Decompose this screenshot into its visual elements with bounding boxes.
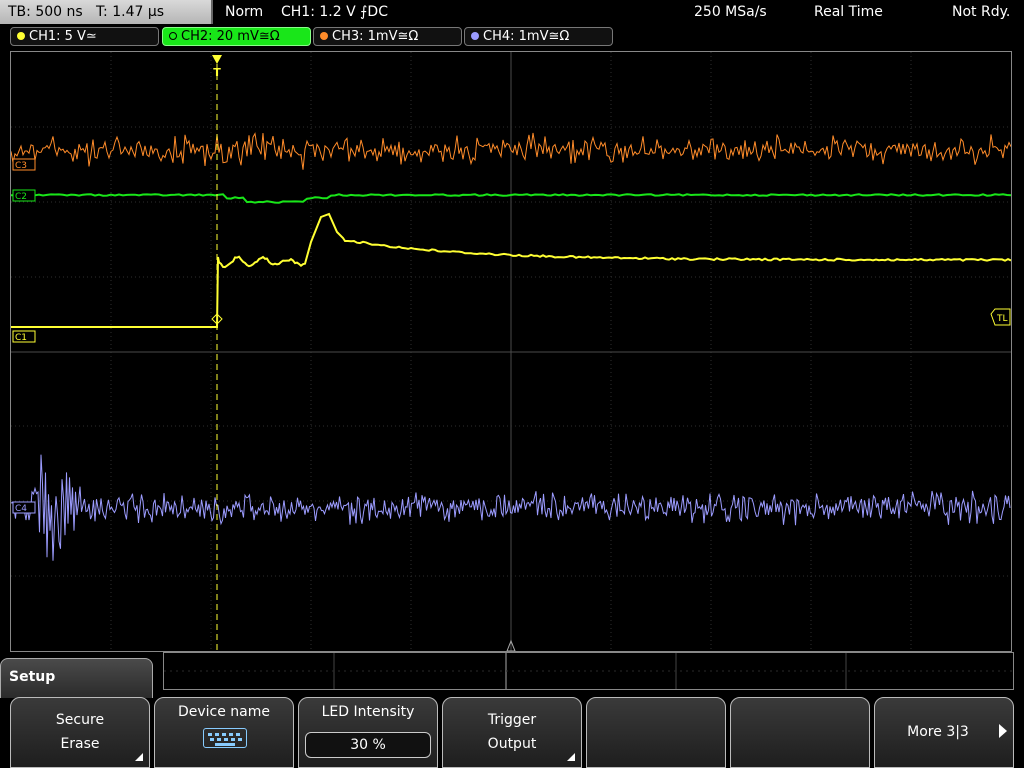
graticule <box>11 52 1011 651</box>
led-intensity-value: 30 % <box>305 732 431 758</box>
channel-tab-ch4[interactable]: CH4: 1mV≅Ω <box>464 27 613 46</box>
keyboard-icon <box>203 728 247 748</box>
trigger-time-readout: T: 1.47 µs <box>96 4 165 20</box>
ch2-label: CH2: 20 mV≅Ω <box>181 29 280 44</box>
ch3-label: CH3: 1mV≅Ω <box>332 29 419 44</box>
trigger-mode: Norm <box>225 4 264 20</box>
submenu-corner-icon <box>567 753 575 761</box>
trigger-output-label-2: Output <box>487 736 537 752</box>
softkey-5-empty[interactable] <box>586 697 726 768</box>
led-intensity-button[interactable]: LED Intensity 30 % <box>298 697 438 768</box>
device-name-button[interactable]: Device name <box>154 697 294 768</box>
device-name-label: Device name <box>177 704 271 720</box>
more-menu-label: More 3|3 <box>907 724 969 740</box>
secure-erase-label-1: Secure <box>55 712 105 728</box>
ready-state: Not Rdy. <box>952 4 1011 20</box>
softkey-6-empty[interactable] <box>730 697 870 768</box>
ch4-indicator-icon <box>471 32 479 40</box>
waveform-display[interactable]: T C3 C2 C1 C4 TL <box>10 51 1012 652</box>
ch2-indicator-icon <box>169 32 177 40</box>
menu-title: Setup <box>9 669 56 685</box>
trigger-output-label-1: Trigger <box>487 712 537 728</box>
trigger-level-marker[interactable]: TL <box>990 308 1011 326</box>
trigger-output-button[interactable]: Trigger Output <box>442 697 582 768</box>
timebase-box[interactable]: TB: 500 ns T: 1.47 µs <box>0 0 213 24</box>
ch3-marker-label: C3 <box>15 161 27 171</box>
channel-tab-ch3[interactable]: CH3: 1mV≅Ω <box>313 27 462 46</box>
trigger-arrow-icon <box>212 55 222 64</box>
ch1-label: CH1: 5 V≃ <box>29 29 97 44</box>
trigger-info: CH1: 1.2 V ⨍DC <box>281 4 388 20</box>
ch1-marker-label: C1 <box>15 333 27 343</box>
timebase-readout: TB: 500 ns <box>8 4 83 20</box>
sample-rate: 250 MSa/s <box>694 4 767 20</box>
ch4-offset-marker[interactable]: C4 <box>12 501 36 514</box>
ch3-indicator-icon <box>320 32 328 40</box>
channel-tab-ch1[interactable]: CH1: 5 V≃ <box>10 27 159 46</box>
secure-erase-button[interactable]: Secure Erase <box>10 697 150 768</box>
ch4-marker-label: C4 <box>15 504 27 514</box>
submenu-corner-icon <box>135 753 143 761</box>
led-intensity-label: LED Intensity <box>321 704 415 720</box>
status-bar: TB: 500 ns T: 1.47 µs Norm CH1: 1.2 V ⨍D… <box>0 0 1024 24</box>
trigger-marker-label: T <box>213 66 221 79</box>
trigger-level-label: TL <box>996 314 1008 324</box>
waveform-canvas: T C3 C2 C1 C4 TL <box>11 52 1011 651</box>
secure-erase-label-2: Erase <box>60 736 100 752</box>
channel-tab-ch2[interactable]: CH2: 20 mV≅Ω <box>162 27 311 46</box>
more-menu-button[interactable]: More 3|3 <box>874 697 1014 768</box>
ch2-offset-marker[interactable]: C2 <box>12 189 36 202</box>
menu-title-tab: Setup <box>0 658 153 698</box>
ch2-marker-label: C2 <box>15 192 27 202</box>
ch1-offset-marker[interactable]: C1 <box>12 330 36 343</box>
trigger-position-marker[interactable]: T <box>212 55 222 79</box>
acquisition-mode: Real Time <box>814 4 883 20</box>
next-page-arrow-icon <box>999 724 1007 738</box>
ch4-label: CH4: 1mV≅Ω <box>483 29 570 44</box>
ch1-indicator-icon <box>17 32 25 40</box>
info-strip <box>163 652 1014 690</box>
ch3-offset-marker[interactable]: C3 <box>12 158 36 171</box>
